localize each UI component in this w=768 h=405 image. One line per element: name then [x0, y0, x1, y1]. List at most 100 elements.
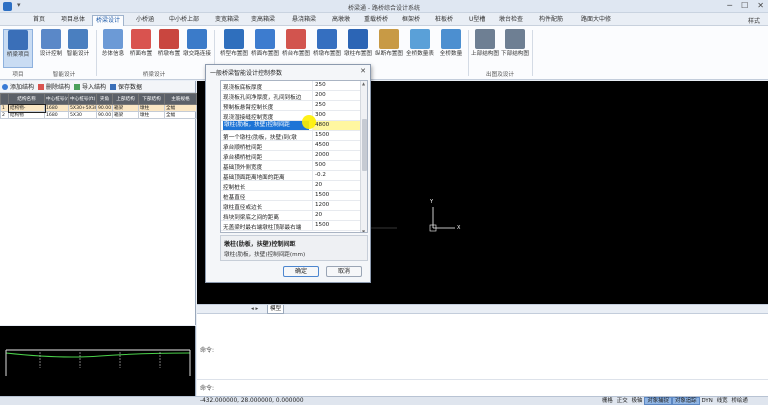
param-row[interactable]: 第一个墩柱(肋板，扶壁)到(墩 1500	[221, 131, 362, 141]
design-control-button[interactable]: 设计控制	[36, 29, 66, 58]
param-row[interactable]: 承台顺桥桩间距 4500	[221, 141, 362, 151]
delete-structure-button[interactable]: 删除结构	[38, 82, 70, 91]
param-value-input[interactable]: 4800	[312, 121, 362, 130]
tab-bridge-design[interactable]: 桥梁设计	[92, 15, 125, 26]
param-row[interactable]: 承台横桥桩间距 2000	[221, 151, 362, 161]
abutment-plan-button[interactable]: 桥台布置图	[281, 29, 311, 58]
tab-pile-slab[interactable]: 桩板桥	[432, 15, 456, 26]
column-plan-icon	[348, 29, 368, 49]
tab-cantilever-box[interactable]: 悬浇箱梁	[289, 15, 319, 26]
description-text: 墩柱(肋板，扶壁)控制间距(mm)	[224, 252, 306, 258]
deck-plan-button[interactable]: 桥面布置图	[250, 29, 280, 58]
tab-rebar[interactable]: 构件配筋	[536, 15, 566, 26]
close-icon[interactable]: ✕	[360, 67, 366, 75]
minimize-icon[interactable]: ─	[727, 1, 732, 10]
axis-y-label: Y	[430, 199, 434, 205]
maximize-icon[interactable]: ☐	[741, 1, 748, 10]
ok-button[interactable]: 确定	[283, 266, 319, 277]
column-header: 下部结构	[138, 93, 165, 105]
tab-u-trough[interactable]: U型槽	[466, 15, 488, 26]
bridge-project-icon	[8, 30, 28, 50]
ortho-toggle[interactable]: 正交	[615, 397, 630, 405]
polar-toggle[interactable]: 极轴	[630, 397, 645, 405]
superstructure-icon	[475, 29, 495, 49]
general-info-button[interactable]: 总体信息	[98, 29, 128, 58]
column-plan-button[interactable]: 墩柱布置图	[343, 29, 373, 58]
tab-project[interactable]: 项目总体	[58, 15, 88, 26]
pier-plan-button[interactable]: 桥墩布置图	[312, 29, 342, 58]
dyn-toggle[interactable]: DYN	[700, 397, 715, 405]
param-row[interactable]: 现浇板孔间净厚度，孔间到板边 200	[221, 91, 362, 101]
model-tab[interactable]: 模型	[267, 305, 285, 314]
pier-layout-icon	[159, 29, 179, 49]
tab-heavy-bridge[interactable]: 重载桥桥	[361, 15, 391, 26]
bridge-project-button[interactable]: 桥梁项目	[3, 29, 33, 68]
pier-layout-button[interactable]: 桥墩布置	[154, 29, 184, 58]
grid-toggle[interactable]: 栅格	[600, 397, 615, 405]
lineweight-toggle[interactable]: 线宽	[715, 397, 730, 405]
param-row[interactable]: 桩基直径 1500	[221, 191, 362, 201]
pier-plan-icon	[317, 29, 337, 49]
param-row[interactable]: 控制桩长 20	[221, 181, 362, 191]
column-header: 上部结构	[112, 93, 139, 105]
menu-tabs: 首页 项目总体 桥梁设计 小桥涵 中小桥上部 变宽箱梁 变高箱梁 悬浇箱梁 高墩…	[0, 13, 768, 26]
tab-variable-height-box[interactable]: 变高箱梁	[248, 15, 278, 26]
param-row[interactable]: 墩柱直径或边长 1200	[221, 201, 362, 211]
param-row[interactable]: 无盖梁时最右端墩柱顶部最右端 1500	[221, 221, 362, 231]
scroll-thumb[interactable]	[362, 119, 367, 171]
cancel-button[interactable]: 取消	[326, 266, 362, 277]
table-row[interactable]: 2 结构物 1680 5X30 90.00 箱梁 墩柱 全幅	[0, 111, 197, 119]
full-bridge-qty-button[interactable]: 全桥数量	[436, 29, 466, 58]
import-structure-button[interactable]: 导入结构	[74, 82, 106, 91]
tab-high-pier[interactable]: 高墩墩	[329, 15, 353, 26]
superstructure-button[interactable]: 上部结构图	[470, 29, 500, 58]
preview-viewport[interactable]: ◂◂▸▸ 模型	[0, 326, 196, 405]
param-row[interactable]: 现浇板底板厚度 250	[221, 81, 362, 91]
deck-plan-icon	[255, 29, 275, 49]
tab-variable-width-box[interactable]: 变宽箱梁	[212, 15, 242, 26]
app-mode-toggle[interactable]: 桥绘通	[730, 397, 750, 405]
command-divider	[197, 379, 768, 380]
bridge-type-icon	[224, 29, 244, 49]
pier-connection-icon	[187, 29, 207, 49]
tab-frame-bridge[interactable]: 框架桥	[399, 15, 423, 26]
substructure-button[interactable]: 下部结构图	[500, 29, 530, 58]
param-scrollbar[interactable]: ▲ ▼	[360, 81, 367, 232]
quantity-table-button[interactable]: 全桥数量表	[405, 29, 435, 58]
cursor-highlight	[302, 115, 316, 129]
param-row[interactable]: 现浇湿接缝控制宽度 300	[221, 111, 362, 121]
tab-home[interactable]: 首页	[30, 15, 48, 26]
dialog-title: 一般桥梁智能设计控制参数	[210, 70, 283, 77]
param-row-selected[interactable]: 墩柱(肋板，扶壁)控制间距 4800	[221, 121, 362, 131]
close-icon[interactable]: ✕	[757, 1, 764, 10]
param-row[interactable]: 预制板悬臂控制长度 250	[221, 101, 362, 111]
profile-plan-button[interactable]: 纵断布置图	[374, 29, 404, 58]
command-input[interactable]: 命令:	[200, 383, 214, 392]
deck-layout-icon	[131, 29, 151, 49]
style-menu[interactable]: 样式	[748, 16, 760, 25]
add-structure-button[interactable]: 添加结构	[2, 82, 34, 91]
param-row[interactable]: 基础顶外侧宽度 500	[221, 161, 362, 171]
smart-design-button[interactable]: 智能设计	[63, 29, 93, 58]
tab-small-culvert[interactable]: 小桥涵	[133, 15, 157, 26]
otrack-toggle[interactable]: 对象追踪	[671, 397, 700, 405]
group-label-bridge: 桥梁设计	[142, 72, 166, 78]
bridge-type-button[interactable]: 桥型布置图	[219, 29, 249, 58]
structure-toolbar: 添加结构 删除结构 导入结构 保存数据	[0, 81, 195, 93]
param-row[interactable]: 挡块到梁底之间的距离 20	[221, 211, 362, 221]
table-row[interactable]: 1 结构物- 1680 5X30+5X30 90.00 箱梁 墩柱 全幅	[0, 103, 197, 113]
design-control-icon	[41, 29, 61, 49]
tab-nav-arrows-icon[interactable]: ◂ ▸	[251, 306, 258, 312]
tab-pavement-repair[interactable]: 路面大中修	[578, 15, 614, 26]
osnap-toggle[interactable]: 对象捕捉	[644, 397, 672, 405]
model-tab-bar: ◂ ▸ 模型	[197, 304, 768, 314]
group-label-drawing: 出图及设计	[486, 72, 514, 78]
save-data-button[interactable]: 保存数据	[110, 82, 142, 91]
tab-small-bridge-upper[interactable]: 中小桥上部	[166, 15, 202, 26]
deck-layout-button[interactable]: 桥面布置	[126, 29, 156, 58]
tab-pier-check[interactable]: 墩台检查	[496, 15, 526, 26]
pier-connection-button[interactable]: 墩交路连接	[182, 29, 212, 58]
scroll-up-icon[interactable]: ▲	[362, 81, 365, 86]
scroll-down-icon[interactable]: ▼	[362, 229, 365, 232]
param-row[interactable]: 基础顶面距离地面的距离 -0.2	[221, 171, 362, 181]
